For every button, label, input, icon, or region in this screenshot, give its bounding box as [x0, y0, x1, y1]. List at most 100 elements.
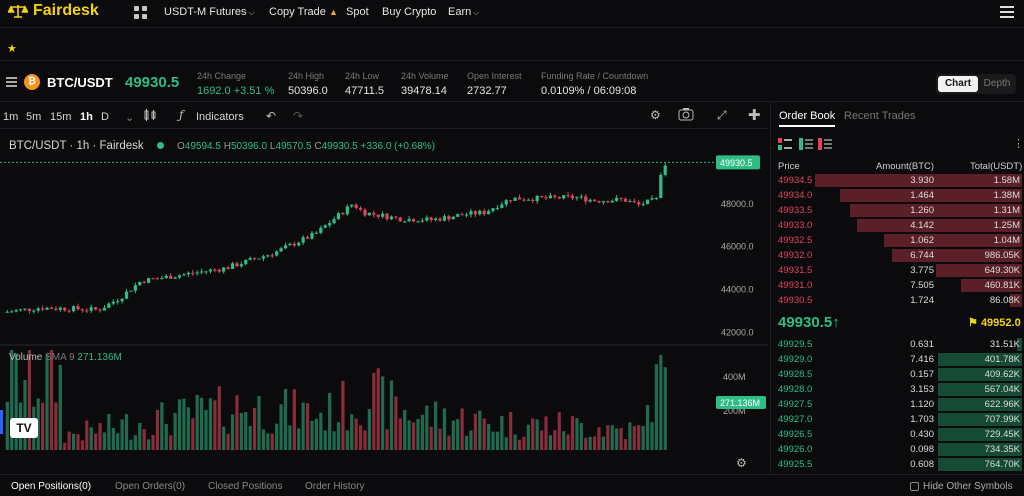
bid-row[interactable]: 49929.0 7.416 401.78K: [776, 352, 1022, 367]
timeframe-1m[interactable]: 1m: [3, 111, 18, 123]
asks-only-view-icon[interactable]: [818, 138, 832, 153]
volume-bar: [279, 404, 283, 450]
indicators-button[interactable]: Indicators: [196, 111, 244, 123]
bid-row[interactable]: 49927.0 1.703 707.99K: [776, 412, 1022, 427]
stat-24h-change-value: 1692.0 +3.51 %: [197, 85, 275, 97]
depth-view-button[interactable]: Depth: [980, 76, 1014, 92]
ask-row[interactable]: 49934.0 1.464 1.38M: [776, 188, 1022, 203]
candle-body: [323, 225, 327, 228]
ask-row[interactable]: 49933.5 1.260 1.31M: [776, 203, 1022, 218]
volume-bar: [623, 439, 628, 450]
tab-open-positions[interactable]: Open Positions(0): [11, 481, 91, 492]
both-sides-view-icon[interactable]: [778, 138, 792, 153]
candle-body: [464, 214, 469, 216]
bid-row[interactable]: 49927.5 1.120 622.96K: [776, 397, 1022, 412]
camera-snapshot-icon[interactable]: [678, 107, 694, 124]
candle-body: [495, 207, 500, 209]
row-total: 649.30K: [984, 265, 1020, 276]
fire-icon: ▲: [328, 7, 338, 17]
timeframe-dropdown-chevron-icon[interactable]: ⌄: [125, 111, 134, 124]
chart-settings-icon[interactable]: ⚙: [736, 456, 747, 470]
volume-bar: [155, 410, 160, 450]
timeframe-d[interactable]: D: [101, 111, 109, 123]
candle-body: [226, 267, 230, 269]
scales-icon: [8, 5, 28, 18]
volume-bar: [275, 423, 279, 450]
candle-body: [544, 197, 548, 199]
volume-bar: [482, 418, 486, 450]
tab-closed-positions[interactable]: Closed Positions: [208, 481, 282, 492]
settings-gear-icon[interactable]: ⚙: [650, 108, 661, 122]
row-total: 622.96K: [984, 399, 1020, 410]
drawing-toolbar-handle[interactable]: [0, 410, 3, 434]
hide-other-symbols-checkbox[interactable]: [910, 482, 919, 491]
candle-body: [645, 199, 650, 205]
ask-row[interactable]: 49934.5 3.930 1.58M: [776, 173, 1022, 188]
bid-row[interactable]: 49928.0 3.153 567.04K: [776, 382, 1022, 397]
stat-24h-volume-label: 24h Volume: [401, 71, 449, 81]
volume-bar: [659, 354, 663, 450]
volume-bar: [491, 431, 495, 450]
row-amount: 7.416: [910, 354, 934, 365]
hamburger-menu-icon[interactable]: [1000, 6, 1014, 18]
ask-row[interactable]: 49932.5 1.062 1.04M: [776, 233, 1022, 248]
chevron-down-icon: ⌵: [473, 8, 480, 17]
row-price: 49933.0: [778, 220, 813, 231]
row-amount: 6.744: [910, 250, 934, 261]
bid-row[interactable]: 49928.5 0.157 409.62K: [776, 367, 1022, 382]
bid-row[interactable]: 49926.5 0.430 729.45K: [776, 427, 1022, 442]
nav-usdt-m-futures[interactable]: USDT-M Futures ⌵: [164, 6, 255, 18]
candle-body: [297, 242, 301, 246]
tab-order-history[interactable]: Order History: [305, 481, 364, 492]
volume-bar: [67, 431, 71, 450]
timeframe-5m[interactable]: 5m: [26, 111, 41, 123]
ask-row[interactable]: 49931.0 7.505 460.81K: [776, 278, 1022, 293]
ask-row[interactable]: 49930.5 1.724 86.08K: [776, 293, 1022, 308]
favorites-star-icon[interactable]: ★: [7, 42, 17, 55]
price-chart[interactable]: 48000.046000.044000.042000.0400M200M7891…: [0, 128, 768, 458]
ask-row[interactable]: 49933.0 4.142 1.25M: [776, 218, 1022, 233]
candle-body: [606, 201, 610, 203]
apps-grid-icon[interactable]: [134, 6, 147, 19]
redo-icon[interactable]: ↷: [293, 109, 303, 123]
time-axis-label: 7: [58, 457, 63, 458]
volume-bar: [261, 429, 266, 450]
candle-body: [341, 213, 345, 215]
bid-row[interactable]: 49929.5 0.631 31.51K: [776, 337, 1022, 352]
indicators-icon[interactable]: ƒ: [179, 108, 183, 122]
undo-icon[interactable]: ↶: [266, 109, 276, 123]
nav-buy-crypto[interactable]: Buy Crypto: [382, 6, 436, 18]
row-price: 49932.0: [778, 250, 813, 261]
row-total: 1.25M: [993, 220, 1020, 231]
row-amount: 0.608: [910, 459, 934, 470]
ask-row[interactable]: 49931.5 3.775 649.30K: [776, 263, 1022, 278]
volume-bar: [641, 425, 645, 450]
crosshair-icon[interactable]: ✚: [748, 106, 761, 124]
timeframe-15m[interactable]: 15m: [50, 111, 71, 123]
stat-24h-high-value: 50396.0: [288, 85, 328, 97]
fairdesk-logo[interactable]: Fairdesk: [8, 2, 99, 20]
tab-recent-trades[interactable]: Recent Trades: [844, 110, 916, 122]
volume-bar: [244, 412, 248, 450]
volume-bar: [645, 405, 650, 450]
candle-style-icon[interactable]: [143, 108, 157, 125]
symbol-pair[interactable]: BTC/USDT: [47, 75, 113, 90]
more-options-icon[interactable]: ⋮: [1013, 137, 1024, 150]
chart-view-button[interactable]: Chart: [938, 76, 978, 92]
candle-body: [10, 311, 14, 313]
ask-row[interactable]: 49932.0 6.744 986.05K: [776, 248, 1022, 263]
timeframe-1h[interactable]: 1h: [80, 111, 93, 123]
volume-bar: [358, 425, 363, 450]
row-total: 764.70K: [984, 459, 1020, 470]
fullscreen-icon[interactable]: ⤢: [717, 108, 727, 123]
pair-list-icon[interactable]: [6, 77, 17, 89]
nav-spot[interactable]: Spot: [346, 6, 369, 18]
nav-copy-trade[interactable]: Copy Trade ▲: [269, 6, 338, 18]
bid-row[interactable]: 49925.5 0.608 764.70K: [776, 457, 1022, 472]
tab-open-orders[interactable]: Open Orders(0): [115, 481, 185, 492]
bids-only-view-icon[interactable]: [799, 138, 813, 153]
nav-earn[interactable]: Earn ⌵: [448, 6, 479, 18]
candle-body: [120, 298, 124, 302]
bid-row[interactable]: 49926.0 0.098 734.35K: [776, 442, 1022, 457]
tab-order-book[interactable]: Order Book: [779, 110, 836, 127]
